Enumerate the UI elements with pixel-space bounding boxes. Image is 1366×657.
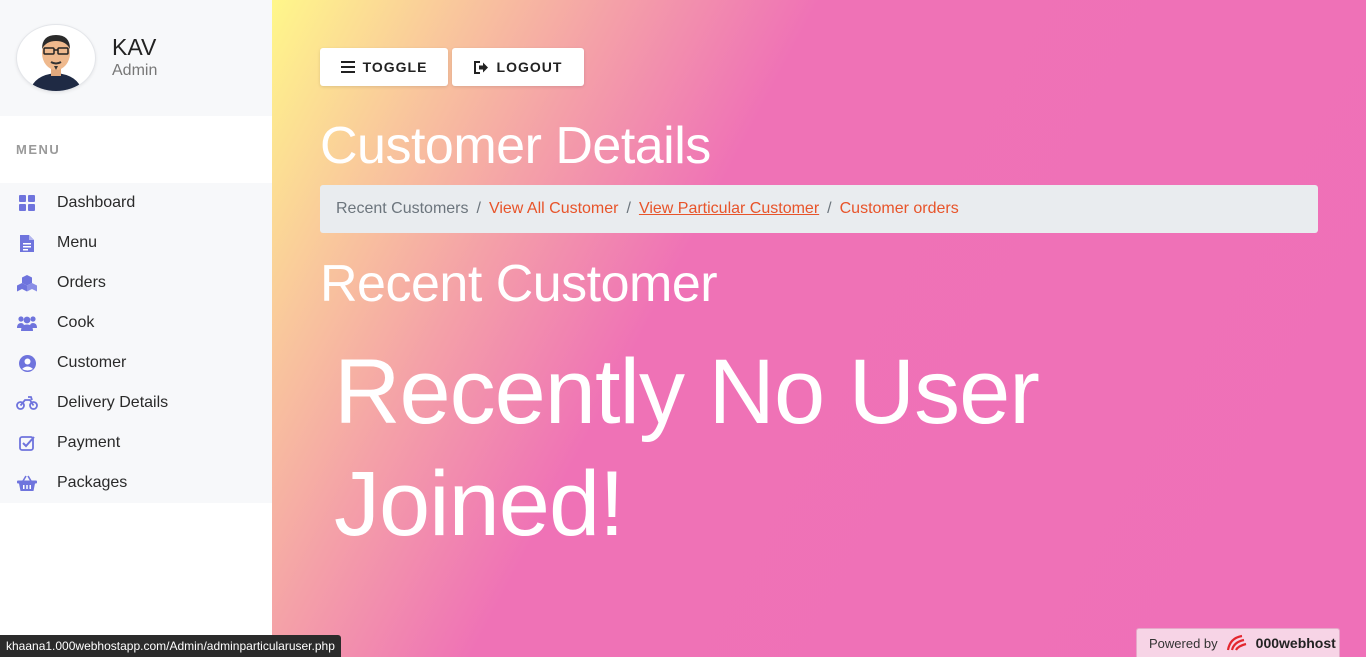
check-square-icon bbox=[16, 434, 38, 452]
users-icon bbox=[16, 314, 38, 332]
browser-status-url: khaana1.000webhostapp.com/Admin/adminpar… bbox=[0, 635, 341, 657]
breadcrumb: Recent Customers / View All Customer / V… bbox=[320, 185, 1318, 233]
sidebar-item-label: Cook bbox=[57, 314, 95, 331]
logout-button[interactable]: LOGOUT bbox=[452, 48, 584, 86]
toggle-button-label: TOGGLE bbox=[362, 59, 428, 75]
powered-by-badge[interactable]: Powered by 000webhost bbox=[1136, 628, 1340, 657]
sidebar-item-orders[interactable]: Orders bbox=[0, 263, 272, 303]
toggle-button[interactable]: TOGGLE bbox=[320, 48, 448, 86]
sign-out-icon bbox=[473, 60, 488, 74]
profile-name: KAV bbox=[112, 34, 157, 60]
000webhost-logo-icon bbox=[1226, 634, 1246, 651]
main-content: TOGGLE LOGOUT Customer Details Recent Cu… bbox=[272, 0, 1366, 657]
empty-state-message: Recently No User Joined! bbox=[334, 341, 1040, 555]
dashboard-icon bbox=[16, 194, 38, 212]
document-icon bbox=[16, 234, 38, 252]
breadcrumb-separator: / bbox=[626, 200, 631, 217]
sidebar-item-payment[interactable]: Payment bbox=[0, 423, 272, 463]
cubes-icon bbox=[16, 274, 38, 292]
sidebar-item-label: Menu bbox=[57, 234, 98, 251]
motorcycle-icon bbox=[16, 394, 38, 412]
sidebar-item-label: Payment bbox=[57, 434, 121, 451]
sidebar-item-cook[interactable]: Cook bbox=[0, 303, 272, 343]
user-circle-icon bbox=[16, 354, 38, 372]
profile-panel: KAV Admin bbox=[0, 0, 272, 116]
breadcrumb-separator: / bbox=[827, 200, 832, 217]
sidebar-item-label: Dashboard bbox=[57, 194, 136, 211]
sidebar-item-label: Customer bbox=[57, 354, 127, 371]
breadcrumb-link-view-all-customer[interactable]: View All Customer bbox=[489, 200, 619, 218]
hamburger-icon bbox=[340, 61, 355, 73]
breadcrumb-link-view-particular-customer[interactable]: View Particular Customer bbox=[639, 200, 819, 218]
sidebar-item-label: Delivery Details bbox=[57, 394, 169, 411]
powered-by-brand: 000webhost bbox=[1255, 635, 1336, 651]
profile-role: Admin bbox=[112, 62, 158, 79]
breadcrumb-separator: / bbox=[476, 200, 481, 217]
powered-by-label: Powered by bbox=[1149, 635, 1218, 651]
sidebar-item-customer[interactable]: Customer bbox=[0, 343, 272, 383]
sidebar: KAV Admin MENU Dashboard Menu Orders Coo… bbox=[0, 0, 272, 657]
basket-icon bbox=[16, 474, 38, 492]
section-title: Recent Customer bbox=[320, 255, 718, 313]
sidebar-item-delivery-details[interactable]: Delivery Details bbox=[0, 383, 272, 423]
sidebar-nav: Dashboard Menu Orders Cook Customer Deli… bbox=[0, 183, 272, 503]
sidebar-item-label: Orders bbox=[57, 274, 106, 291]
page-title: Customer Details bbox=[320, 117, 711, 175]
breadcrumb-item-recent-customers: Recent Customers bbox=[336, 200, 469, 217]
breadcrumb-link-customer-orders[interactable]: Customer orders bbox=[840, 200, 959, 218]
sidebar-item-dashboard[interactable]: Dashboard bbox=[0, 183, 272, 223]
sidebar-item-label: Packages bbox=[57, 474, 128, 491]
sidebar-item-packages[interactable]: Packages bbox=[0, 463, 272, 503]
sidebar-item-menu[interactable]: Menu bbox=[0, 223, 272, 263]
menu-heading: MENU bbox=[16, 142, 61, 157]
user-avatar-icon bbox=[16, 24, 96, 92]
logout-button-label: LOGOUT bbox=[496, 59, 563, 75]
